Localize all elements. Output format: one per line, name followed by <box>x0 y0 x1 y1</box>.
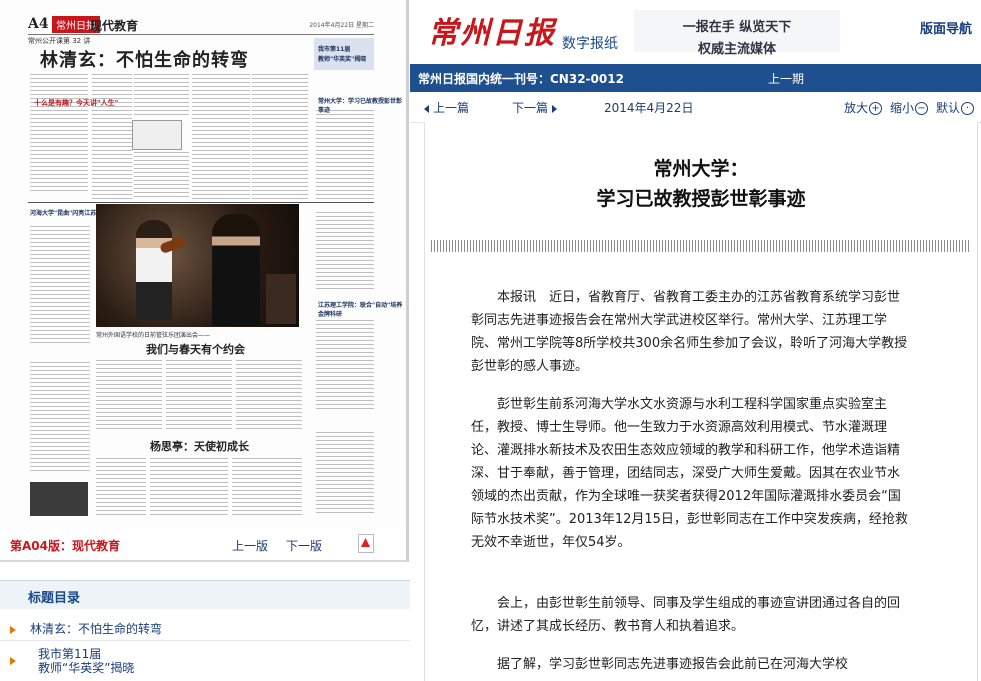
issn-text: 常州日报国内统一刊号：CN32-0012 <box>418 72 624 86</box>
prev-article-label: 上一篇 <box>433 101 470 115</box>
default-size-button[interactable]: 默认 · <box>936 99 975 116</box>
site-logo[interactable]: 常州日报 <box>428 8 556 52</box>
paper-headline[interactable]: 林清玄：不怕生命的转弯 <box>40 46 249 72</box>
paper-page-number: A4 <box>28 16 49 32</box>
paper-text-column <box>192 74 250 199</box>
title-divider <box>431 240 971 252</box>
prev-page-link[interactable]: 上一版 <box>232 537 268 554</box>
article-paragraph: 本报讯 近日，省教育厅、省教育工委主办的江苏省教育系统学习彭世彰同志先进事迹报告… <box>471 290 908 374</box>
paper-text-column <box>30 74 88 194</box>
photo-conductor <box>212 214 260 326</box>
paper-text-column <box>316 432 374 516</box>
slogan-line2: 权威主流媒体 <box>697 42 776 57</box>
zoom-out-label: 缩小 <box>890 101 915 115</box>
next-article-label: 下一篇 <box>512 101 549 115</box>
minus-icon: − <box>915 102 929 115</box>
toc-title: 标题目录 <box>28 591 81 606</box>
triangle-left-icon <box>424 104 429 113</box>
toc-item-line1: 我市第11届 <box>38 647 102 661</box>
paper-subheader: 常州公开课第 32 讲 <box>28 37 91 45</box>
zoom-out-button[interactable]: 缩小 − <box>890 99 929 116</box>
paper-text-column <box>92 74 132 199</box>
paper-text-column <box>134 152 189 200</box>
paper-text-column <box>316 110 374 200</box>
paper-text-column <box>166 360 232 430</box>
site-subtitle: 数字报纸 <box>562 36 618 52</box>
triangle-right-icon <box>552 104 558 113</box>
paper-side-tag[interactable]: 我市第11届 <box>318 44 350 53</box>
paper-text-column <box>30 362 90 474</box>
paper-text-column <box>316 320 374 412</box>
paper-photo-violinist[interactable] <box>96 204 299 327</box>
article-body: 常州大学： 学习已故教授彭世彰事迹 本报讯 近日，省教育厅、省教育工委主办的江苏… <box>424 122 978 681</box>
paper-subheadline2[interactable]: 杨思亭：天使初成长 <box>150 438 249 454</box>
paper-inset-box <box>132 120 182 150</box>
toc-item-label[interactable]: 我市第11届 教师“华英奖”揭晓 <box>38 647 134 675</box>
site-header: 常州日报 数字报纸 一报在手 纵览天下 权威主流媒体 版面导航 <box>410 0 981 64</box>
article-title-line2: 学习已故教授彭世彰事迹 <box>596 188 806 210</box>
right-panel: 常州日报 数字报纸 一报在手 纵览天下 权威主流媒体 版面导航 常州日报国内统一… <box>410 0 981 681</box>
next-article-link[interactable]: 下一篇 <box>512 99 558 116</box>
paper-date: 2014年4月22日 星期二 <box>309 22 374 29</box>
article-paragraph: 据了解，学习彭世彰同志先进事迹报告会此前已在河海大学校 <box>497 657 849 672</box>
toc-item-label: 林清玄：不怕生命的转弯 <box>30 622 163 636</box>
zoom-in-label: 放大 <box>844 101 869 115</box>
article-paragraph: 会上，由彭世彰生前领导、同事及学生组成的事迹宣讲团通过各自的回忆，讲述了其成长经… <box>471 596 901 634</box>
left-panel: A4 常州日报 现代教育 2014年4月22日 星期二 常州公开课第 32 讲 … <box>0 0 410 681</box>
zoom-in-button[interactable]: 放大 + <box>844 99 883 116</box>
paper-section: 现代教育 <box>90 19 139 33</box>
paper-rule <box>28 202 374 203</box>
layout-nav-link[interactable]: 版面导航 <box>920 18 972 37</box>
paper-text-column <box>232 458 302 518</box>
issue-bar: 常州日报国内统一刊号：CN32-0012 上一期 <box>410 64 981 92</box>
bullet-arrow-icon <box>10 625 16 634</box>
paper-text-column <box>150 458 228 518</box>
prev-article-link[interactable]: 上一篇 <box>424 99 469 116</box>
prev-issue-link[interactable]: 上一期 <box>768 70 804 87</box>
toc-item-line2: 教师“华英奖”揭晓 <box>38 661 135 675</box>
issue-date: 2014年4月22日 <box>604 101 694 115</box>
paper-photo-caption: 常州外国语学校的日前管弦乐团演出会—— <box>96 332 211 339</box>
plus-icon: + <box>869 102 883 115</box>
paper-text-column <box>96 360 162 430</box>
slogan-box: 一报在手 纵览天下 权威主流媒体 <box>634 10 840 57</box>
reset-icon: · <box>961 102 975 115</box>
paper-subheadline[interactable]: 我们与春天有个约会 <box>146 341 245 357</box>
article-paragraph: 彭世彰生前系河海大学水文水资源与水利工程科学国家重点实验室主任，教授、博士生导师… <box>471 397 908 550</box>
paper-bottom-image <box>30 482 88 516</box>
newspaper-page-preview[interactable]: A4 常州日报 现代教育 2014年4月22日 星期二 常州公开课第 32 讲 … <box>0 0 409 562</box>
paper-text-column <box>316 212 374 292</box>
paper-text-column <box>236 360 302 430</box>
article-title-line1: 常州大学： <box>653 158 749 180</box>
paper-text-column <box>134 74 189 118</box>
paper-footer: 第A04版：现代教育 上一版 下一版 <box>0 528 406 560</box>
toc-item[interactable] <box>10 653 30 667</box>
toc-item[interactable]: 林清玄：不怕生命的转弯 <box>10 620 162 637</box>
paper-side-title[interactable]: 教师"华英奖"揭晓 <box>318 54 366 63</box>
page-label: 第A04版：现代教育 <box>10 539 120 553</box>
next-page-link[interactable]: 下一版 <box>286 537 322 554</box>
default-size-label: 默认 <box>936 101 961 115</box>
paper-header: A4 常州日报 现代教育 2014年4月22日 星期二 <box>28 16 374 35</box>
toc-header: 标题目录 <box>0 580 410 609</box>
slogan-line1: 一报在手 纵览天下 <box>682 20 792 35</box>
paper-side-title4[interactable]: 江苏理工学院：联合"自动"培养金牌科研 <box>318 300 406 318</box>
article-toolbar: 上一篇 下一篇 2014年4月22日 放大 + 缩小 − 默认 · <box>410 92 981 123</box>
paper-text-column <box>96 458 146 518</box>
photo-violinist <box>136 220 172 320</box>
pdf-icon[interactable] <box>358 534 374 553</box>
divider <box>0 640 410 641</box>
bullet-arrow-icon <box>10 656 16 665</box>
paper-text-column <box>30 226 90 346</box>
paper-text-column <box>252 74 308 199</box>
photo-chair <box>266 274 296 324</box>
